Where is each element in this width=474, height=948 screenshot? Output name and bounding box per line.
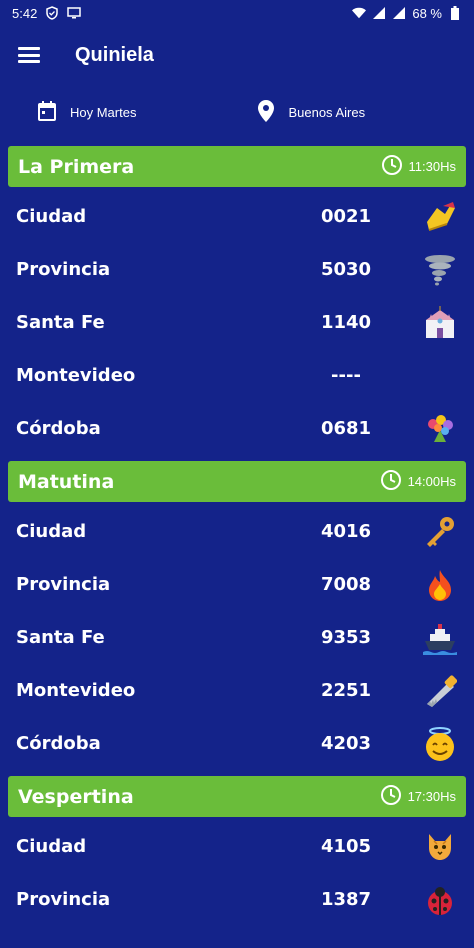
result-row[interactable]: Provincia 5030 <box>0 243 474 296</box>
running-shoe-icon <box>422 199 458 235</box>
section-header[interactable]: Vespertina 17:30Hs <box>8 776 466 817</box>
church-icon <box>422 305 458 341</box>
date-filter[interactable]: Hoy Martes <box>38 100 137 124</box>
saw-icon <box>422 673 458 709</box>
menu-icon[interactable] <box>18 47 40 63</box>
winning-number: 1140 <box>320 312 372 333</box>
clock-icon <box>381 154 403 179</box>
status-time: 5:42 <box>12 5 38 21</box>
fire-icon <box>422 567 458 603</box>
ladybug-icon <box>422 882 458 918</box>
location-pin-icon <box>258 99 275 125</box>
result-row[interactable]: Provincia 7008 <box>0 558 474 611</box>
battery-icon <box>448 6 462 20</box>
result-row[interactable]: Ciudad 4016 <box>0 505 474 558</box>
province-name: Córdoba <box>16 733 101 754</box>
signal-icon <box>392 6 406 20</box>
battery-percent: 68 % <box>412 5 442 21</box>
province-name: Ciudad <box>16 521 87 542</box>
section-name: Vespertina <box>18 785 134 808</box>
clock-icon <box>380 784 402 809</box>
calendar-icon <box>38 100 56 124</box>
section-header[interactable]: La Primera 11:30Hs <box>8 146 466 187</box>
key-icon <box>422 514 458 550</box>
page-title: Quiniela <box>75 43 154 66</box>
result-row[interactable]: Córdoba 4203 <box>0 717 474 770</box>
bouquet-icon <box>422 411 458 447</box>
result-row[interactable]: Provincia 1387 <box>0 873 474 926</box>
clock-icon <box>380 469 402 494</box>
winning-number: 0681 <box>320 418 372 439</box>
filters-bar: Hoy Martes Buenos Aires <box>0 84 474 140</box>
province-name: Santa Fe <box>16 627 105 648</box>
winning-number: 0021 <box>320 206 372 227</box>
results-list: La Primera 11:30Hs Ciudad 0021 Provincia 5030… <box>0 146 474 926</box>
winning-number: ---- <box>331 365 361 386</box>
result-row[interactable]: Ciudad 0021 <box>0 190 474 243</box>
section-name: La Primera <box>18 155 135 178</box>
section-time: 17:30Hs <box>380 784 456 809</box>
ship-icon <box>422 620 458 656</box>
empty-icon <box>422 358 458 394</box>
section-header[interactable]: Matutina 14:00Hs <box>8 461 466 502</box>
status-bar: 5:42 68 % <box>0 0 474 26</box>
location-filter[interactable]: Buenos Aires <box>258 99 366 125</box>
province-name: Ciudad <box>16 206 87 227</box>
province-name: Montevideo <box>16 365 136 386</box>
signal-icon <box>372 6 386 20</box>
province-name: Ciudad <box>16 836 87 857</box>
section-time-label: 11:30Hs <box>408 159 456 174</box>
tornado-icon <box>422 252 458 288</box>
winning-number: 4016 <box>320 521 372 542</box>
section-time-label: 14:00Hs <box>407 474 456 489</box>
shield-icon <box>45 6 59 20</box>
province-name: Provincia <box>16 574 111 595</box>
province-name: Provincia <box>16 259 111 280</box>
result-row[interactable]: Santa Fe 9353 <box>0 611 474 664</box>
winning-number: 4105 <box>320 836 372 857</box>
section-rows: Ciudad 0021 Provincia 5030 Santa Fe 1140 Monte… <box>0 187 474 455</box>
wifi-icon <box>352 6 367 20</box>
result-row[interactable]: Córdoba 0681 <box>0 402 474 455</box>
winning-number: 7008 <box>320 574 372 595</box>
winning-number: 1387 <box>320 889 372 910</box>
province-name: Montevideo <box>16 680 136 701</box>
location-filter-label: Buenos Aires <box>288 104 366 120</box>
winning-number: 2251 <box>320 680 372 701</box>
section-rows: Ciudad 4016 Provincia 7008 Santa Fe 9353 Monte… <box>0 502 474 770</box>
angel-face-icon <box>422 726 458 762</box>
cat-icon <box>422 829 458 865</box>
winning-number: 4203 <box>320 733 372 754</box>
section-rows: Ciudad 4105 Provincia 1387 <box>0 817 474 926</box>
section-time: 11:30Hs <box>381 154 456 179</box>
section-time-label: 17:30Hs <box>407 789 456 804</box>
winning-number: 5030 <box>320 259 372 280</box>
date-filter-label: Hoy Martes <box>70 104 137 120</box>
screen-cast-icon <box>67 6 82 20</box>
result-row[interactable]: Santa Fe 1140 <box>0 296 474 349</box>
province-name: Santa Fe <box>16 312 105 333</box>
result-row[interactable]: Montevideo ---- <box>0 349 474 402</box>
winning-number: 9353 <box>320 627 372 648</box>
province-name: Provincia <box>16 889 111 910</box>
section-time: 14:00Hs <box>380 469 456 494</box>
result-row[interactable]: Montevideo 2251 <box>0 664 474 717</box>
section-name: Matutina <box>18 470 115 493</box>
province-name: Córdoba <box>16 418 101 439</box>
app-bar: Quiniela <box>0 26 474 84</box>
result-row[interactable]: Ciudad 4105 <box>0 820 474 873</box>
